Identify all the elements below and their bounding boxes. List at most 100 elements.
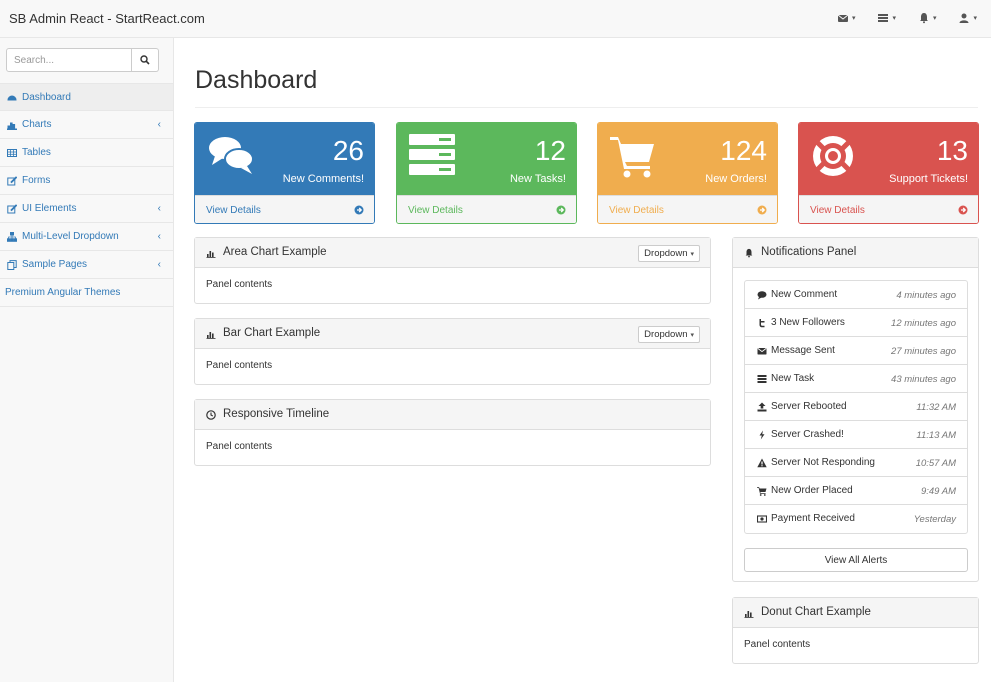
caret-icon: ▾ <box>690 250 694 258</box>
view-all-alerts-button[interactable]: View All Alerts <box>744 548 968 572</box>
notification-label: Server Not Responding <box>771 457 875 468</box>
dropdown-label: Dropdown <box>644 248 688 259</box>
top-navbar: SB Admin React - StartReact.com ▾ ▾ ▾ ▾ <box>0 0 991 38</box>
caret-icon: ▾ <box>851 15 856 22</box>
bell-icon <box>919 13 928 24</box>
sidebar-item-sample-pages[interactable]: Sample Pages ‹ <box>0 251 173 279</box>
arrow-circle-right-icon <box>354 205 364 215</box>
edit-icon <box>6 175 17 186</box>
notification-label: Server Crashed! <box>771 429 844 440</box>
view-details-label: View Details <box>609 205 664 216</box>
sidebar: Dashboard Charts ‹ Tables Forms UI Eleme… <box>0 38 174 682</box>
caret-icon: ▾ <box>690 331 694 339</box>
view-details-link[interactable]: View Details <box>598 195 777 223</box>
sidebar-item-label: Dashboard <box>22 91 71 103</box>
notification-time: Yesterday <box>913 514 956 525</box>
timeline-panel: Responsive Timeline Panel contents <box>194 399 711 466</box>
notification-item[interactable]: Server Rebooted 11:32 AM <box>745 393 967 421</box>
comment-icon <box>757 291 767 300</box>
notification-label: New Task <box>771 373 815 384</box>
sidebar-item-tables[interactable]: Tables <box>0 139 173 167</box>
bar-chart-icon <box>206 251 216 258</box>
sidebar-search <box>6 48 159 72</box>
angle-left-icon: ‹ <box>157 259 161 270</box>
notification-time: 27 minutes ago <box>891 346 956 357</box>
panel-heading: Notifications Panel <box>733 238 978 268</box>
dropdown-button[interactable]: Dropdown ▾ <box>638 245 700 262</box>
notification-item[interactable]: Server Crashed! 11:13 AM <box>745 421 967 449</box>
dashboard-icon <box>6 92 17 103</box>
page-title: Dashboard <box>195 66 318 94</box>
notification-time: 11:32 AM <box>916 402 956 413</box>
upload-icon <box>757 402 767 412</box>
sidebar-item-label: Sample Pages <box>22 259 88 270</box>
view-details-label: View Details <box>810 205 865 216</box>
sidebar-item-ui-elements[interactable]: UI Elements ‹ <box>0 195 173 223</box>
notification-label: 3 New Followers <box>771 317 845 328</box>
warning-icon <box>757 458 767 468</box>
sidebar-item-forms[interactable]: Forms <box>0 167 173 195</box>
arrow-circle-right-icon <box>757 205 767 215</box>
stat-label: New Tasks! <box>509 173 566 185</box>
tasks-dropdown[interactable]: ▾ <box>877 12 896 24</box>
view-details-label: View Details <box>408 205 463 216</box>
notification-item[interactable]: New Comment 4 minutes ago <box>745 281 967 309</box>
notification-item[interactable]: 3 New Followers 12 minutes ago <box>745 309 967 337</box>
notification-label: Message Sent <box>771 345 835 356</box>
notification-time: 43 minutes ago <box>891 374 956 385</box>
panel-body: Panel contents <box>206 279 273 290</box>
notification-item[interactable]: Payment Received Yesterday <box>745 505 967 533</box>
search-input[interactable] <box>6 48 132 72</box>
panel-title: Bar Chart Example <box>223 327 321 339</box>
panel-title: Notifications Panel <box>761 246 857 258</box>
notification-item[interactable]: Server Not Responding 10:57 AM <box>745 449 967 477</box>
user-dropdown[interactable]: ▾ <box>958 12 977 24</box>
messages-dropdown[interactable]: ▾ <box>837 12 856 24</box>
notification-item[interactable]: New Order Placed 9:49 AM <box>745 477 967 505</box>
sidebar-item-premium-angular-themes[interactable]: Premium Angular Themes <box>0 279 173 307</box>
panel-body: Panel contents <box>206 441 273 452</box>
title-divider <box>195 107 978 108</box>
stat-card-header: 124 New Orders! <box>598 123 777 195</box>
panel-title: Donut Chart Example <box>761 606 871 618</box>
stat-card-header: 26 New Comments! <box>195 123 374 195</box>
search-button[interactable] <box>132 48 159 72</box>
notification-item[interactable]: New Task 43 minutes ago <box>745 365 967 393</box>
angle-left-icon: ‹ <box>157 231 161 242</box>
stat-label: New Orders! <box>705 173 767 185</box>
stat-card-orders: 124 New Orders! View Details <box>597 122 778 224</box>
view-details-link[interactable]: View Details <box>195 195 374 223</box>
brand-title[interactable]: SB Admin React - StartReact.com <box>9 11 205 26</box>
stat-card-tasks: 12 New Tasks! View Details <box>396 122 577 224</box>
view-details-link[interactable]: View Details <box>397 195 576 223</box>
sidebar-item-label: UI Elements <box>22 203 77 214</box>
tasks-icon <box>878 14 889 22</box>
panel-body: Panel contents <box>206 360 273 371</box>
alerts-dropdown[interactable]: ▾ <box>918 12 936 24</box>
stat-card-header: 12 New Tasks! <box>397 123 576 195</box>
sidebar-item-label: Premium Angular Themes <box>5 287 121 298</box>
tasks-icon <box>757 375 767 383</box>
notification-label: Payment Received <box>771 513 855 524</box>
sidebar-item-charts[interactable]: Charts ‹ <box>0 111 173 139</box>
panel-heading: Area Chart Example Dropdown ▾ <box>195 238 710 268</box>
top-icons: ▾ ▾ ▾ ▾ <box>837 12 977 24</box>
sidebar-item-dashboard[interactable]: Dashboard <box>0 83 173 111</box>
notification-time: 11:13 AM <box>916 430 956 441</box>
notification-label: New Order Placed <box>771 485 853 496</box>
money-icon <box>757 515 767 523</box>
area-chart-panel: Area Chart Example Dropdown ▾ Panel cont… <box>194 237 711 304</box>
view-details-label: View Details <box>206 205 261 216</box>
notification-label: New Comment <box>771 289 838 300</box>
notification-item[interactable]: Message Sent 27 minutes ago <box>745 337 967 365</box>
dropdown-button[interactable]: Dropdown ▾ <box>638 326 700 343</box>
view-details-link[interactable]: View Details <box>799 195 978 223</box>
bar-chart-icon <box>6 119 17 130</box>
caret-icon: ▾ <box>973 15 977 22</box>
stat-label: Support Tickets! <box>889 173 968 185</box>
shopping-cart-icon <box>757 487 767 496</box>
bar-chart-panel: Bar Chart Example Dropdown ▾ Panel conte… <box>194 318 711 385</box>
stat-card-header: 13 Support Tickets! <box>799 123 978 195</box>
user-icon <box>959 13 969 23</box>
sidebar-item-multi-level-dropdown[interactable]: Multi-Level Dropdown ‹ <box>0 223 173 251</box>
